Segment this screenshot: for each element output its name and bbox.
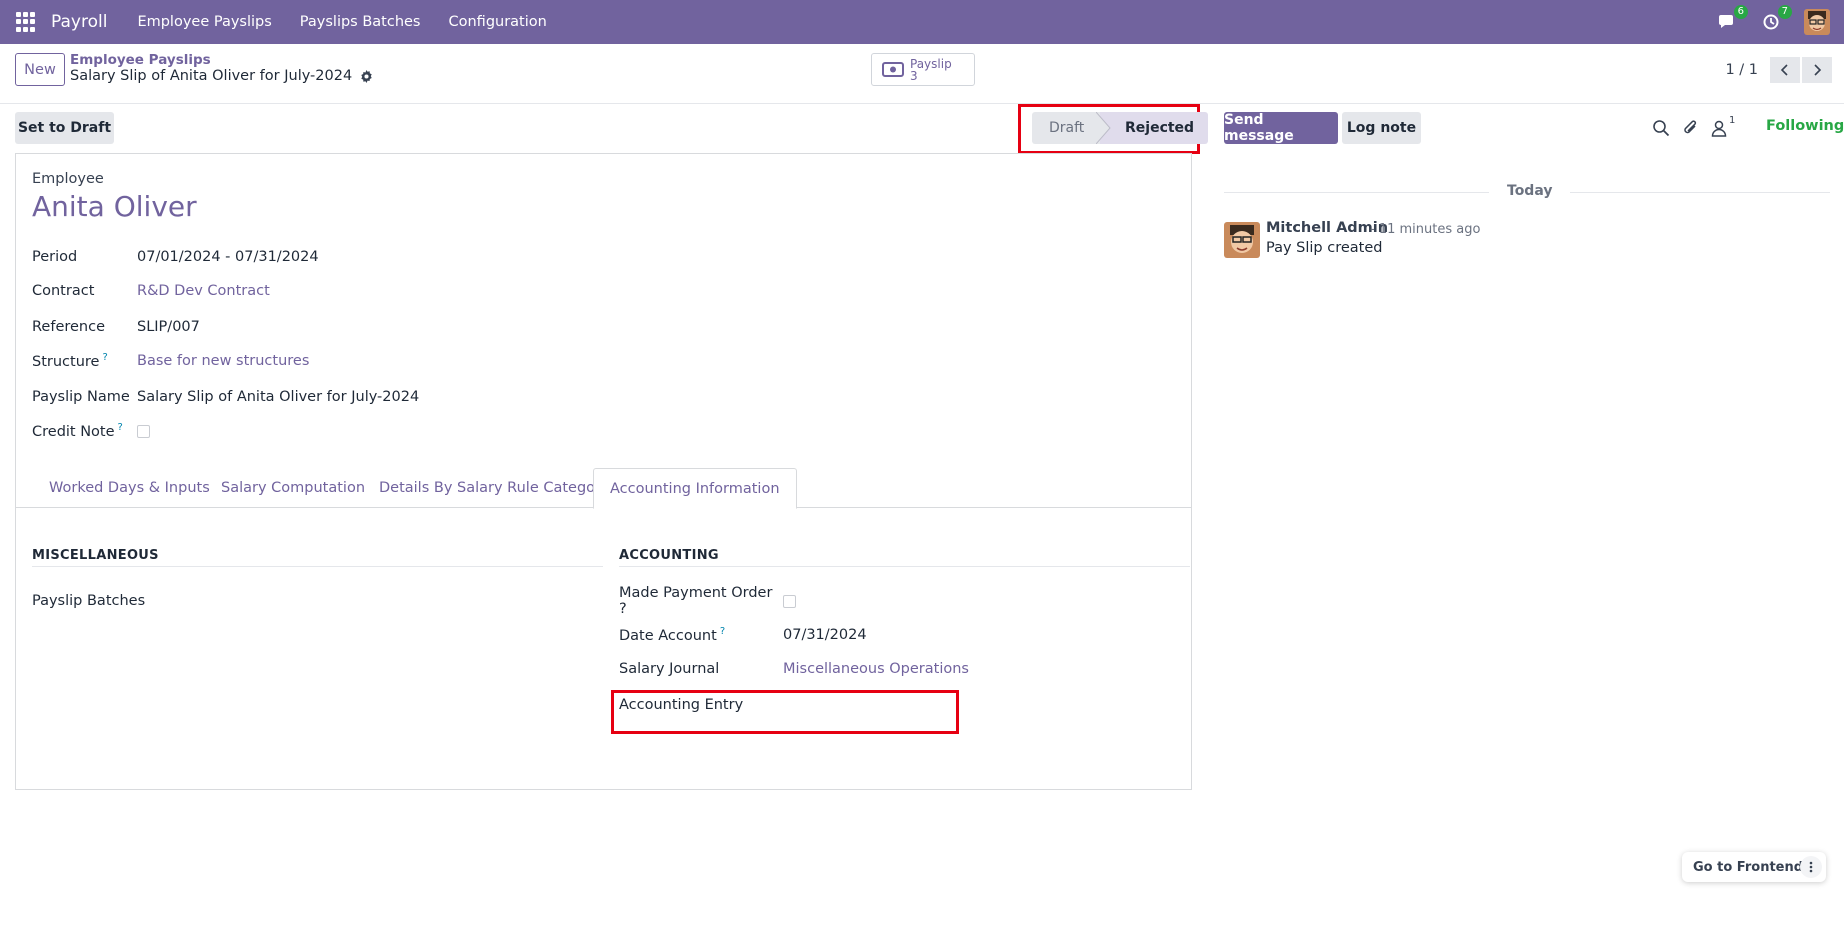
vertical-dots-icon	[1809, 861, 1813, 873]
date-account-row: Date Account? 07/31/2024	[619, 624, 867, 646]
app-name[interactable]: Payroll	[51, 12, 107, 32]
pager: 1 / 1	[1725, 57, 1832, 83]
structure-row: Structure? Base for new structures	[32, 350, 309, 372]
payslip-batches-label: Payslip Batches	[32, 593, 146, 609]
structure-link[interactable]: Base for new structures	[137, 353, 309, 369]
misc-divider	[32, 566, 603, 567]
tab-details-by-category[interactable]: Details By Salary Rule Category	[379, 468, 610, 508]
menu-configuration[interactable]: Configuration	[439, 14, 557, 30]
accounting-group-title: ACCOUNTING	[619, 548, 719, 563]
misc-group-title: MISCELLANEOUS	[32, 548, 159, 563]
contract-label: Contract	[32, 283, 95, 299]
messaging-button[interactable]: 6	[1716, 5, 1748, 33]
payment-order-row: Made Payment Order ?	[619, 585, 796, 617]
message-body: Pay Slip created	[1266, 240, 1383, 256]
paperclip-icon[interactable]	[1682, 119, 1700, 137]
period-label: Period	[32, 249, 78, 265]
contract-row: Contract R&D Dev Contract	[32, 280, 270, 302]
accounting-divider	[619, 566, 1190, 567]
clock-icon	[1763, 14, 1779, 30]
tab-salary-computation[interactable]: Salary Computation	[221, 468, 365, 508]
payslip-name-label: Payslip Name	[32, 389, 130, 405]
chevron-right-icon	[1814, 64, 1822, 76]
user-icon[interactable]	[1710, 119, 1728, 137]
chat-icon	[1719, 15, 1733, 28]
payslip-smart-button[interactable]: Payslip 3	[871, 53, 975, 86]
employee-label: Employee	[32, 171, 104, 187]
date-divider-left	[1224, 192, 1489, 193]
following-button[interactable]: Following	[1766, 118, 1844, 134]
employee-name[interactable]: Anita Oliver	[32, 190, 197, 223]
breadcrumb-current: Salary Slip of Anita Oliver for July-202…	[70, 68, 373, 84]
new-button[interactable]: New	[15, 53, 65, 86]
activities-badge: 7	[1777, 5, 1792, 19]
money-icon	[882, 62, 904, 77]
stage-arrow-icon	[1096, 112, 1111, 144]
help-icon[interactable]: ?	[102, 352, 107, 363]
date-account-value[interactable]: 07/31/2024	[783, 627, 867, 643]
messages-badge: 6	[1733, 5, 1748, 19]
notebook-tabs: Worked Days & Inputs Salary Computation …	[16, 468, 1191, 509]
date-divider-right	[1570, 192, 1830, 193]
smart-button-label: Payslip	[910, 56, 952, 71]
stage-rejected[interactable]: Rejected	[1100, 112, 1208, 144]
activities-button[interactable]: 7	[1760, 5, 1792, 33]
status-bar: Draft Rejected	[1032, 112, 1208, 144]
period-row: Period 07/01/2024 - 07/31/2024	[32, 246, 319, 268]
salary-journal-label: Salary Journal	[619, 661, 720, 677]
payment-order-checkbox[interactable]	[783, 594, 796, 608]
date-separator: Today	[1507, 183, 1553, 199]
chevron-left-icon	[1780, 64, 1788, 76]
reference-value[interactable]: SLIP/007	[137, 319, 200, 335]
date-account-label: Date Account?	[619, 626, 726, 644]
go-to-frontend-button[interactable]: Go to Frontend	[1693, 860, 1803, 875]
menu-payslips-batches[interactable]: Payslips Batches	[290, 14, 431, 30]
period-value[interactable]: 07/01/2024 - 07/31/2024	[137, 249, 319, 265]
user-avatar[interactable]	[1804, 9, 1830, 35]
top-navbar: Payroll Employee Payslips Payslips Batch…	[0, 0, 1844, 44]
payment-order-label: Made Payment Order ?	[619, 585, 773, 617]
breadcrumb-parent[interactable]: Employee Payslips	[70, 52, 211, 68]
form-sheet: Employee Anita Oliver Period 07/01/2024 …	[15, 153, 1192, 790]
reference-label: Reference	[32, 319, 106, 335]
send-message-button[interactable]: Send message	[1224, 112, 1338, 144]
more-options-button[interactable]	[1800, 856, 1822, 878]
tab-worked-days[interactable]: Worked Days & Inputs	[49, 468, 210, 508]
pager-value[interactable]: 1 / 1	[1725, 62, 1758, 78]
follower-count: 1	[1729, 115, 1736, 126]
gear-icon[interactable]	[360, 69, 373, 83]
pager-next-button[interactable]	[1802, 57, 1832, 83]
credit-note-label: Credit Note?	[32, 422, 123, 440]
payslip-name-row: Payslip Name Salary Slip of Anita Oliver…	[32, 386, 419, 408]
go-to-frontend-widget: Go to Frontend	[1682, 852, 1826, 882]
menu-employee-payslips[interactable]: Employee Payslips	[127, 14, 281, 30]
record-title: Salary Slip of Anita Oliver for July-202…	[70, 68, 353, 84]
stage-draft[interactable]: Draft	[1032, 112, 1100, 144]
credit-note-checkbox[interactable]	[137, 424, 150, 438]
log-note-button[interactable]: Log note	[1342, 112, 1421, 144]
payslip-name-value[interactable]: Salary Slip of Anita Oliver for July-202…	[137, 389, 419, 405]
message-time: - 11 minutes ago	[1370, 222, 1481, 237]
salary-journal-row: Salary Journal Miscellaneous Operations	[619, 658, 969, 680]
credit-note-row: Credit Note?	[32, 420, 150, 442]
smart-button-count: 3	[910, 68, 918, 83]
structure-label: Structure?	[32, 352, 108, 370]
salary-journal-link[interactable]: Miscellaneous Operations	[783, 661, 969, 677]
apps-menu-icon[interactable]	[16, 12, 36, 32]
reference-row: Reference SLIP/007	[32, 316, 200, 338]
control-panel: New Employee Payslips Salary Slip of Ani…	[0, 44, 1844, 104]
search-icon[interactable]	[1652, 119, 1670, 137]
contract-link[interactable]: R&D Dev Contract	[137, 283, 270, 299]
tab-accounting-information[interactable]: Accounting Information	[593, 468, 797, 509]
help-icon[interactable]: ?	[720, 626, 725, 637]
payslip-batches-row: Payslip Batches	[32, 590, 145, 612]
pager-previous-button[interactable]	[1770, 57, 1800, 83]
set-to-draft-button[interactable]: Set to Draft	[15, 112, 114, 144]
help-icon[interactable]: ?	[118, 422, 123, 433]
accounting-entry-highlight-box	[611, 690, 959, 734]
message-author-avatar[interactable]	[1224, 222, 1260, 258]
